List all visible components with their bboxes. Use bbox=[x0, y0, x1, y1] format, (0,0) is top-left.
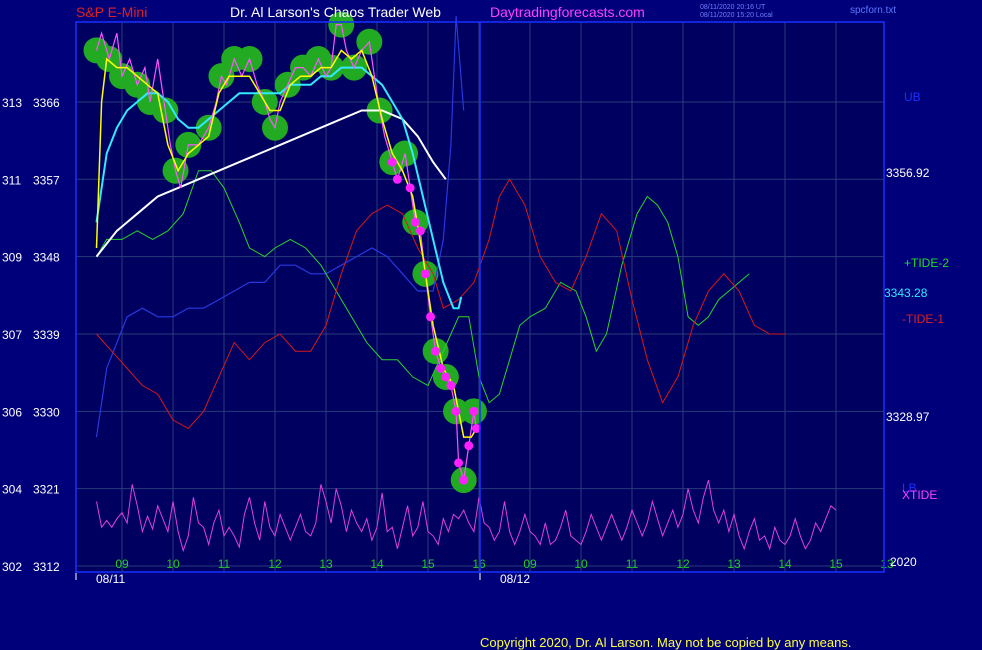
y-tick-left-label: 302 bbox=[2, 560, 22, 574]
site-title: Dr. Al Larson's Chaos Trader Web bbox=[230, 4, 441, 20]
date-label: 08/12 bbox=[500, 572, 530, 586]
x-tick-label: 12 bbox=[268, 557, 282, 571]
y-tick-price-label: 3357 bbox=[33, 173, 60, 187]
price-dot bbox=[441, 372, 451, 382]
file-tag: spcforn.txt bbox=[850, 5, 897, 16]
chart-canvas: 313 3366 311 3357 309 3348 307 3339 306 3330 304 33… bbox=[2, 11, 949, 586]
date-label: 08/11 bbox=[96, 572, 125, 586]
x-tick-label: 15 bbox=[829, 557, 843, 571]
site-url[interactable]: Daytradingforecasts.com bbox=[490, 4, 645, 20]
price-dot bbox=[420, 269, 430, 279]
x-tick-label: 14 bbox=[370, 557, 384, 571]
y-tick-left-label: 311 bbox=[2, 173, 21, 187]
x-tick-label: 15 bbox=[421, 557, 435, 571]
y-tick-left-label: 307 bbox=[2, 328, 22, 342]
x-tick-label: 13 bbox=[319, 557, 333, 571]
y-tick-price-label: 3321 bbox=[33, 483, 60, 497]
y-tick-price-label: 3366 bbox=[33, 96, 60, 110]
x-tick-label: 16 bbox=[472, 557, 486, 571]
ub-label: UB bbox=[904, 90, 921, 104]
y-tick-left-label: 306 bbox=[2, 405, 22, 419]
price-dot bbox=[464, 441, 474, 451]
price-dot bbox=[436, 363, 446, 373]
y-tick-left-label: 304 bbox=[2, 483, 22, 497]
copyright: Copyright 2020, Dr. Al Larson. May not b… bbox=[480, 635, 852, 650]
price-dot bbox=[469, 406, 479, 416]
price-dot bbox=[426, 312, 436, 322]
y-tick-price-label: 3339 bbox=[33, 328, 60, 342]
x-tick-label: 12 bbox=[676, 557, 690, 571]
price-dot bbox=[459, 475, 469, 485]
timestamp-local: 08/11/2020 15:20 Local bbox=[700, 12, 773, 19]
x-tick-label: 10 bbox=[166, 557, 180, 571]
x-tick-label: 11 bbox=[218, 557, 231, 571]
tide2-label: +TIDE-2 bbox=[904, 256, 949, 270]
tide1-label: -TIDE-1 bbox=[902, 312, 944, 326]
symbol-title: S&P E-Mini bbox=[76, 4, 148, 20]
y-tick-price-label: 3312 bbox=[33, 560, 60, 574]
y-tick-left-label: 309 bbox=[2, 251, 22, 265]
value-label-2: 3343.28 bbox=[884, 286, 928, 300]
x-tick-label: 14 bbox=[778, 557, 792, 571]
value-label-3: 3328.97 bbox=[886, 410, 930, 424]
price-dot bbox=[405, 183, 415, 193]
price-dot bbox=[392, 174, 402, 184]
price-dot bbox=[410, 217, 420, 227]
y-tick-price-label: 3330 bbox=[33, 405, 60, 419]
y-tick-price-label: 3348 bbox=[33, 251, 60, 265]
x-tick-label: 09 bbox=[523, 557, 537, 571]
y-tick-left-label: 313 bbox=[2, 96, 22, 110]
x-tick-label: 09 bbox=[115, 557, 129, 571]
xtide-label: XTIDE bbox=[902, 488, 937, 502]
x-tick-label: 11 bbox=[626, 557, 639, 571]
price-dot bbox=[451, 406, 461, 416]
price-dot bbox=[387, 157, 397, 167]
price-dot bbox=[415, 226, 425, 236]
price-dot bbox=[454, 458, 464, 468]
price-dot bbox=[446, 381, 456, 391]
value-label-1: 3356.92 bbox=[886, 166, 930, 180]
year-label: 2020 bbox=[890, 555, 917, 569]
price-dot bbox=[431, 346, 441, 356]
x-tick-label: 10 bbox=[574, 557, 588, 571]
timestamp-utc: 08/11/2020 20:16 UT bbox=[700, 4, 766, 11]
x-tick-label: 13 bbox=[727, 557, 741, 571]
